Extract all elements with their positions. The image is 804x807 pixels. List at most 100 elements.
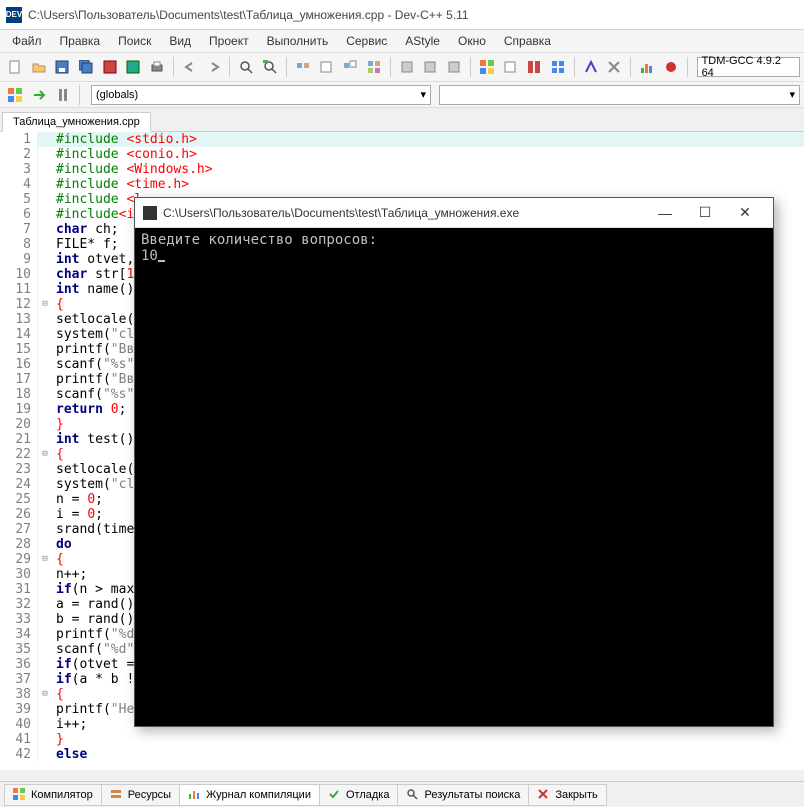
new-file-button[interactable]: [4, 56, 26, 78]
bottom-tab-журнал-компиляции[interactable]: Журнал компиляции: [179, 784, 320, 806]
print-button[interactable]: [146, 56, 168, 78]
windows-d-button[interactable]: [547, 56, 569, 78]
compile-button[interactable]: [292, 56, 314, 78]
line-number: 37: [0, 672, 38, 687]
fold-marker: [38, 612, 52, 627]
menu-astyle[interactable]: AStyle: [397, 32, 448, 50]
windows-b-button[interactable]: [500, 56, 522, 78]
line-number: 4: [0, 177, 38, 192]
bottom-tab-компилятор[interactable]: Компилятор: [4, 784, 102, 806]
fold-marker[interactable]: ⊟: [38, 687, 52, 702]
fold-marker[interactable]: ⊟: [38, 297, 52, 312]
code-line[interactable]: 4 #include <time.h>: [0, 177, 804, 192]
code-text: do: [52, 537, 72, 552]
tab-label: Отладка: [346, 789, 389, 801]
find-button[interactable]: [235, 56, 257, 78]
breakpoint-button[interactable]: [52, 84, 74, 106]
line-number: 27: [0, 522, 38, 537]
project-button[interactable]: [123, 56, 145, 78]
code-text: }: [52, 417, 64, 432]
open-file-button[interactable]: [28, 56, 50, 78]
menu-правка[interactable]: Правка: [52, 32, 109, 50]
compile-run-button[interactable]: [339, 56, 361, 78]
goto-button[interactable]: [28, 84, 50, 106]
fold-marker: [38, 252, 52, 267]
windows-a-button[interactable]: [476, 56, 498, 78]
run-button[interactable]: [316, 56, 338, 78]
sources-button[interactable]: [99, 56, 121, 78]
fold-marker: [38, 537, 52, 552]
fold-marker: [38, 162, 52, 177]
code-line[interactable]: 1#include <stdio.h>: [0, 132, 804, 147]
fold-marker: [38, 327, 52, 342]
symbol-selector[interactable]: ▾: [439, 85, 800, 105]
tool-c-button[interactable]: [443, 56, 465, 78]
debug-start-button[interactable]: [580, 56, 602, 78]
maximize-button[interactable]: ☐: [685, 199, 725, 227]
minimize-button[interactable]: —: [645, 199, 685, 227]
code-text: {: [52, 297, 64, 312]
fold-marker[interactable]: ⊟: [38, 552, 52, 567]
fold-marker: [38, 222, 52, 237]
fold-marker: [38, 717, 52, 732]
code-text: #include <conio.h>: [52, 147, 197, 162]
code-text: setlocale(L: [52, 312, 142, 327]
close-button[interactable]: ✕: [725, 199, 765, 227]
line-number: 19: [0, 402, 38, 417]
line-number: 18: [0, 387, 38, 402]
rebuild-button[interactable]: [363, 56, 385, 78]
bug-button[interactable]: [660, 56, 682, 78]
code-line[interactable]: 3#include <Windows.h>: [0, 162, 804, 177]
menu-сервис[interactable]: Сервис: [338, 32, 395, 50]
code-line[interactable]: 42else: [0, 747, 804, 762]
line-number: 20: [0, 417, 38, 432]
menu-выполнить[interactable]: Выполнить: [259, 32, 337, 50]
console-output[interactable]: Введите количество вопросов: 10: [135, 228, 773, 268]
replace-button[interactable]: [259, 56, 281, 78]
fold-marker: [38, 282, 52, 297]
code-text: #include <time.h>: [52, 177, 189, 192]
menu-справка[interactable]: Справка: [496, 32, 559, 50]
compiler-selector[interactable]: TDM-GCC 4.9.2 64: [697, 57, 800, 77]
scope-selector[interactable]: (globals)▾: [91, 85, 431, 105]
code-line[interactable]: 2#include <conio.h>: [0, 147, 804, 162]
code-line[interactable]: 41}: [0, 732, 804, 747]
line-number: 28: [0, 537, 38, 552]
code-text: scanf("%d",: [52, 642, 142, 657]
console-titlebar: C:\Users\Пользователь\Documents\test\Таб…: [135, 198, 773, 228]
console-window: C:\Users\Пользователь\Documents\test\Таб…: [134, 197, 774, 727]
bottom-tab-закрыть[interactable]: Закрыть: [528, 784, 606, 806]
tool-b-button[interactable]: [419, 56, 441, 78]
bottom-tab-ресурсы[interactable]: Ресурсы: [101, 784, 180, 806]
save-button[interactable]: [51, 56, 73, 78]
menu-проект[interactable]: Проект: [201, 32, 257, 50]
code-text: printf("Вв: [52, 372, 134, 387]
code-text: scanf("%s",: [52, 387, 142, 402]
bottom-tab-результаты-поиска[interactable]: Результаты поиска: [397, 784, 529, 806]
tool-a-button[interactable]: [396, 56, 418, 78]
undo-button[interactable]: [179, 56, 201, 78]
menu-поиск[interactable]: Поиск: [110, 32, 159, 50]
menu-вид[interactable]: Вид: [161, 32, 199, 50]
bookmark-button[interactable]: [4, 84, 26, 106]
log-icon: [188, 788, 202, 802]
line-number: 31: [0, 582, 38, 597]
line-number: 26: [0, 507, 38, 522]
menu-файл[interactable]: Файл: [4, 32, 50, 50]
menu-окно[interactable]: Окно: [450, 32, 494, 50]
save-all-button[interactable]: [75, 56, 97, 78]
console-title-text: C:\Users\Пользователь\Documents\test\Таб…: [163, 206, 645, 220]
debug-stop-button[interactable]: [603, 56, 625, 78]
code-text: {: [52, 552, 64, 567]
fold-marker[interactable]: ⊟: [38, 447, 52, 462]
chart-button[interactable]: [636, 56, 658, 78]
bottom-tab-отладка[interactable]: Отладка: [319, 784, 398, 806]
file-tab[interactable]: Таблица_умножения.cpp: [2, 112, 151, 132]
code-text: b = rand()%: [52, 612, 142, 627]
fold-marker: [38, 657, 52, 672]
redo-button[interactable]: [203, 56, 225, 78]
fold-marker: [38, 312, 52, 327]
line-number: 24: [0, 477, 38, 492]
windows-c-button[interactable]: [523, 56, 545, 78]
code-text: {: [52, 447, 64, 462]
